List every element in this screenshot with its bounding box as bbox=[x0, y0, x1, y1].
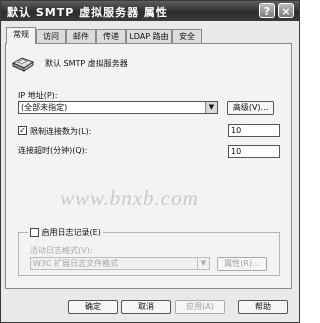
limit-connections-checkbox[interactable]: ✓ bbox=[18, 126, 27, 135]
ip-address-value: (全部未指定) bbox=[21, 103, 68, 112]
checkmark-icon: ✓ bbox=[19, 126, 26, 135]
tab-ldap-routing[interactable]: LDAP 路由 bbox=[126, 29, 172, 43]
advanced-button[interactable]: 高级(V)... bbox=[227, 101, 274, 115]
ip-address-select[interactable]: (全部未指定) ▼ bbox=[18, 101, 218, 114]
help-button[interactable]: 帮助 bbox=[238, 300, 288, 314]
tab-delivery[interactable]: 传递 bbox=[96, 29, 126, 43]
apply-button[interactable]: 应用(A) bbox=[175, 300, 225, 314]
enable-logging-checkbox[interactable] bbox=[30, 228, 39, 237]
server-name: 默认 SMTP 虚拟服务器 bbox=[45, 59, 128, 68]
window-title: 默认 SMTP 虚拟服务器 属性 bbox=[7, 6, 168, 19]
log-properties-button[interactable]: 属性(R)... bbox=[217, 257, 267, 271]
ok-button[interactable]: 确定 bbox=[68, 300, 118, 314]
tab-general[interactable]: 常规 bbox=[6, 27, 36, 44]
chevron-down-icon[interactable]: ▼ bbox=[205, 102, 217, 113]
logging-group-legend: 启用日志记录(E) bbox=[28, 227, 103, 238]
ip-address-label: IP 地址(P): bbox=[18, 91, 58, 100]
connection-timeout-label: 连接超时(分钟)(Q): bbox=[18, 146, 88, 155]
limit-connections-input[interactable]: 10 bbox=[228, 124, 280, 137]
help-title-button[interactable]: ? bbox=[259, 3, 275, 18]
limit-connections-label: 限制连接数为(L): bbox=[30, 127, 92, 136]
tab-messages[interactable]: 邮件 bbox=[66, 29, 96, 43]
close-button[interactable]: × bbox=[278, 3, 294, 18]
cancel-button[interactable]: 取消 bbox=[121, 300, 171, 314]
log-format-select[interactable]: W3C 扩展日志文件格式 ▼ bbox=[30, 257, 210, 270]
log-format-value: W3C 扩展日志文件格式 bbox=[33, 259, 119, 268]
connection-timeout-input[interactable]: 10 bbox=[228, 145, 280, 158]
server-icon bbox=[12, 57, 34, 72]
log-format-label: 活动日志格式(V): bbox=[30, 246, 93, 255]
tab-security[interactable]: 安全 bbox=[172, 29, 202, 43]
tab-access[interactable]: 访问 bbox=[36, 29, 66, 43]
watermark: www.bnxb.com bbox=[60, 186, 199, 210]
enable-logging-label: 启用日志记录(E) bbox=[41, 228, 101, 237]
title-bar[interactable]: 默认 SMTP 虚拟服务器 属性 ? × bbox=[1, 1, 299, 21]
chevron-down-icon[interactable]: ▼ bbox=[197, 258, 209, 269]
